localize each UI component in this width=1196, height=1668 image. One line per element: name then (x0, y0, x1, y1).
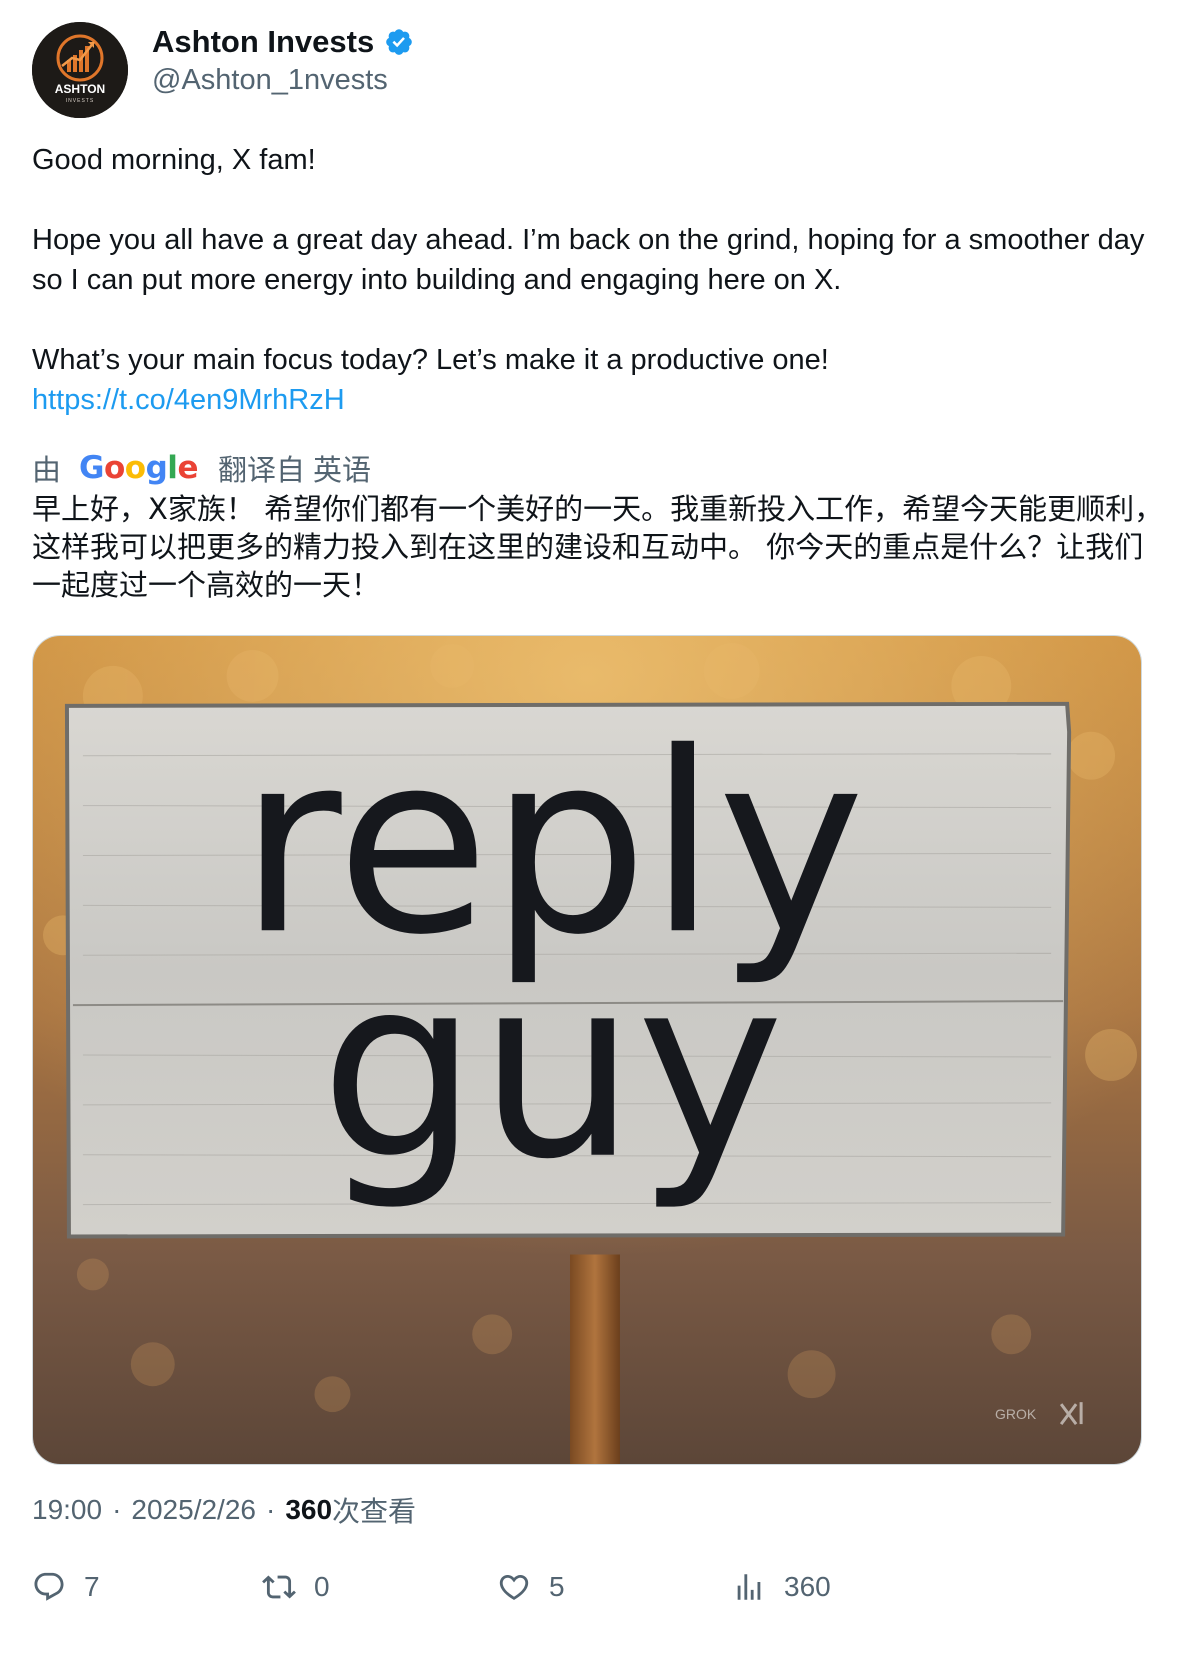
tweet-meta: 19:00 · 2025/2/26 · 360 次查看 (32, 1490, 416, 1530)
svg-text:INVESTS: INVESTS (66, 98, 94, 104)
tweet-text: Good morning, X fam! Hope you all have a… (32, 140, 1172, 420)
translated-text: 早上好，X家族！ 希望你们都有一个美好的一天。我重新投入工作，希望今天能更顺利，… (32, 492, 1164, 602)
reply-guy-sign-image: reply guy GROK (33, 636, 1141, 1464)
tweet-header: ASHTON INVESTS Ashton Invests @Ashton_1n… (32, 22, 1162, 118)
tweet-line-body: Hope you all have a great day ahead. I’m… (32, 224, 1145, 296)
reply-button[interactable]: 7 (32, 1570, 100, 1604)
repost-icon (262, 1575, 296, 1599)
svg-text:ASHTON: ASHTON (55, 82, 105, 96)
action-bar: 7 0 5 360 (32, 1570, 1132, 1620)
handle[interactable]: @Ashton_1nvests (152, 64, 388, 97)
sign-text-guy: guy (320, 923, 784, 1214)
views-button[interactable]: 360 (732, 1570, 831, 1604)
tweet-link[interactable]: https://t.co/4en9MrhRzH (32, 380, 345, 420)
repost-button[interactable]: 0 (262, 1570, 330, 1604)
display-name[interactable]: Ashton Invests (152, 24, 374, 60)
avatar-logo-icon: ASHTON INVESTS (32, 22, 128, 118)
tweet-line-question: What’s your main focus today? Let’s make… (32, 344, 829, 376)
repost-count: 0 (314, 1571, 330, 1602)
tweet-time[interactable]: 19:00 (32, 1494, 102, 1526)
verified-badge-icon[interactable] (384, 27, 414, 57)
like-count: 5 (549, 1571, 565, 1602)
like-button[interactable]: 5 (497, 1570, 565, 1604)
tweet-date[interactable]: 2025/2/26 (131, 1494, 256, 1526)
views-action-count: 360 (784, 1571, 831, 1602)
views-count: 360 (285, 1494, 333, 1525)
reply-count: 7 (84, 1571, 100, 1602)
google-logo-icon: Google (79, 450, 198, 486)
tweet-image[interactable]: reply guy GROK (32, 635, 1142, 1465)
heart-icon (499, 1574, 529, 1600)
translation-attribution[interactable]: 由 Google 翻译自 英语 (32, 448, 371, 488)
reply-icon (34, 1572, 64, 1601)
name-row: Ashton Invests (152, 24, 414, 60)
translation-by-label: 由 (32, 455, 62, 487)
views-label: 次查看 (332, 1496, 417, 1527)
grok-watermark: GROK (995, 1406, 1037, 1422)
tweet-line-greeting: Good morning, X fam! (32, 144, 316, 176)
analytics-icon (737, 1574, 761, 1600)
avatar[interactable]: ASHTON INVESTS (32, 22, 128, 118)
translation-from-label: 翻译自 英语 (217, 455, 372, 487)
